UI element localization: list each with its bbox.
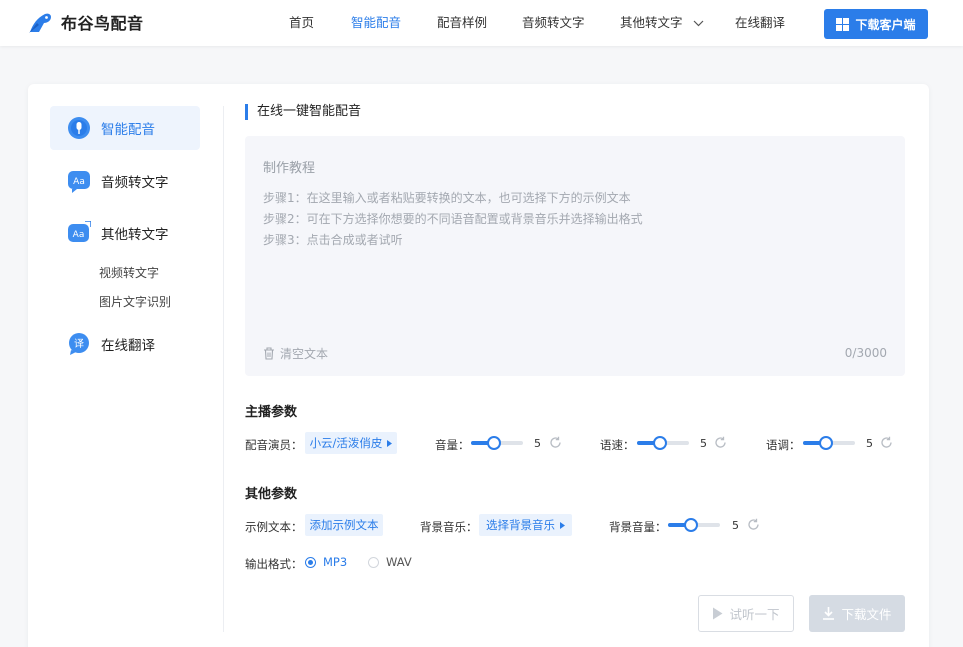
sidebar-sub-image-ocr[interactable]: 图片文字识别 [99, 293, 171, 310]
anchor-params-title: 主播参数 [245, 405, 298, 420]
output-format-label: 输出格式： [245, 557, 303, 571]
nav-audio-to-text[interactable]: 音频转文字 [522, 0, 585, 46]
pitch-value: 5 [866, 437, 873, 450]
voice-select[interactable]: 小云/活泼俏皮 [305, 432, 397, 454]
bgm-label: 背景音乐： [420, 520, 478, 534]
preview-label: 试听一下 [729, 607, 780, 622]
svg-text:Aa: Aa [73, 177, 85, 187]
radio-dot [368, 556, 379, 568]
sidebar-item-label: 音频转文字 [101, 175, 169, 191]
volume-value: 5 [534, 437, 541, 450]
chevron-down-icon [693, 20, 703, 27]
bgm-volume-value: 5 [732, 519, 739, 532]
volume-label: 音量： [435, 438, 470, 452]
bird-logo-icon [29, 13, 51, 33]
caret-right-icon [560, 521, 565, 529]
bgm-volume-label: 背景音量： [609, 520, 667, 534]
text-editor[interactable]: 制作教程 步骤1：在这里输入或者粘贴要转换的文本，也可选择下方的示例文本 步骤2… [245, 136, 905, 376]
download-file-button[interactable]: 下载文件 [809, 595, 905, 632]
play-icon [713, 607, 723, 620]
sidebar-item-label: 其他转文字 [101, 227, 169, 243]
select-bgm-label: 选择背景音乐 [486, 518, 555, 532]
sidebar-item-online-translate[interactable]: 译 在线翻译 [50, 322, 200, 366]
nav-home[interactable]: 首页 [289, 0, 314, 46]
section-title: 在线一键智能配音 [245, 104, 361, 120]
download-icon [823, 607, 835, 620]
radio-dot [305, 556, 316, 568]
sidebar-item-audio-to-text[interactable]: Aa 音频转文字 [50, 159, 200, 203]
editor-step-3: 步骤3：点击合成或者试听 [263, 233, 403, 247]
volume-slider[interactable] [471, 436, 523, 450]
mic-icon [68, 117, 90, 139]
sidebar-divider [223, 106, 224, 632]
editor-step-1: 步骤1：在这里输入或者粘贴要转换的文本，也可选择下方的示例文本 [263, 191, 631, 205]
sidebar-item-smart-dubbing[interactable]: 智能配音 [50, 106, 200, 150]
trash-icon [264, 347, 274, 360]
format-radio-wav[interactable]: WAV [368, 555, 412, 569]
clear-text-label: 清空文本 [280, 347, 329, 361]
translate-icon: 译 [69, 333, 89, 355]
logo-text: 布谷鸟配音 [61, 14, 144, 33]
reset-icon[interactable] [549, 436, 562, 449]
format-label: WAV [386, 555, 412, 569]
speed-slider[interactable] [637, 436, 689, 450]
nav-other-to-text-label: 其他转文字 [620, 15, 683, 30]
download-file-label: 下载文件 [841, 607, 892, 622]
voice-value: 小云/活泼俏皮 [309, 436, 383, 450]
sidebar-item-label: 智能配音 [101, 122, 155, 138]
format-label: MP3 [323, 555, 348, 569]
reset-icon[interactable] [880, 436, 893, 449]
editor-placeholder-title: 制作教程 [263, 161, 316, 176]
preview-button[interactable]: 试听一下 [698, 595, 794, 632]
svg-text:Aa: Aa [73, 230, 85, 240]
download-client-label: 下载客户端 [855, 17, 916, 32]
other-params-title: 其他参数 [245, 487, 298, 502]
reset-icon[interactable] [747, 518, 760, 531]
speed-value: 5 [700, 437, 707, 450]
logo[interactable]: 布谷鸟配音 [27, 10, 144, 34]
reset-icon[interactable] [714, 436, 727, 449]
nav-smart-dubbing[interactable]: 智能配音 [351, 0, 401, 46]
top-nav-bar: 布谷鸟配音 首页 智能配音 配音样例 音频转文字 其他转文字 在线翻译 下载客户… [0, 0, 963, 46]
add-sample-text-label: 添加示例文本 [309, 518, 379, 532]
aa-text-icon: Aa [68, 221, 91, 242]
format-radio-mp3[interactable]: MP3 [305, 555, 347, 569]
nav-dubbing-samples[interactable]: 配音样例 [437, 0, 487, 46]
nav-online-translate[interactable]: 在线翻译 [735, 0, 785, 46]
speed-label: 语速： [600, 438, 635, 452]
nav-other-to-text[interactable]: 其他转文字 [620, 0, 704, 46]
svg-text:译: 译 [74, 338, 84, 350]
sidebar-sub-video-to-text[interactable]: 视频转文字 [99, 264, 159, 281]
pitch-label: 语调： [766, 438, 801, 452]
voice-label: 配音演员： [245, 438, 303, 452]
clear-text-button[interactable]: 清空文本 [263, 345, 328, 362]
sample-text-label: 示例文本： [245, 520, 303, 534]
sidebar-item-label: 在线翻译 [101, 338, 155, 354]
caret-right-icon [387, 439, 393, 447]
editor-step-2: 步骤2：可在下方选择你想要的不同语音配置或背景音乐并选择输出格式 [263, 212, 643, 226]
pitch-slider[interactable] [803, 436, 855, 450]
bgm-volume-slider[interactable] [668, 518, 720, 532]
char-counter: 0/3000 [844, 346, 887, 360]
aa-text-icon: Aa [68, 171, 90, 193]
add-sample-text-button[interactable]: 添加示例文本 [305, 514, 383, 536]
download-client-button[interactable]: 下载客户端 [824, 9, 928, 39]
sidebar-item-other-to-text[interactable]: Aa 其他转文字 [50, 211, 200, 255]
windows-icon [836, 17, 850, 31]
select-bgm-button[interactable]: 选择背景音乐 [479, 514, 572, 536]
